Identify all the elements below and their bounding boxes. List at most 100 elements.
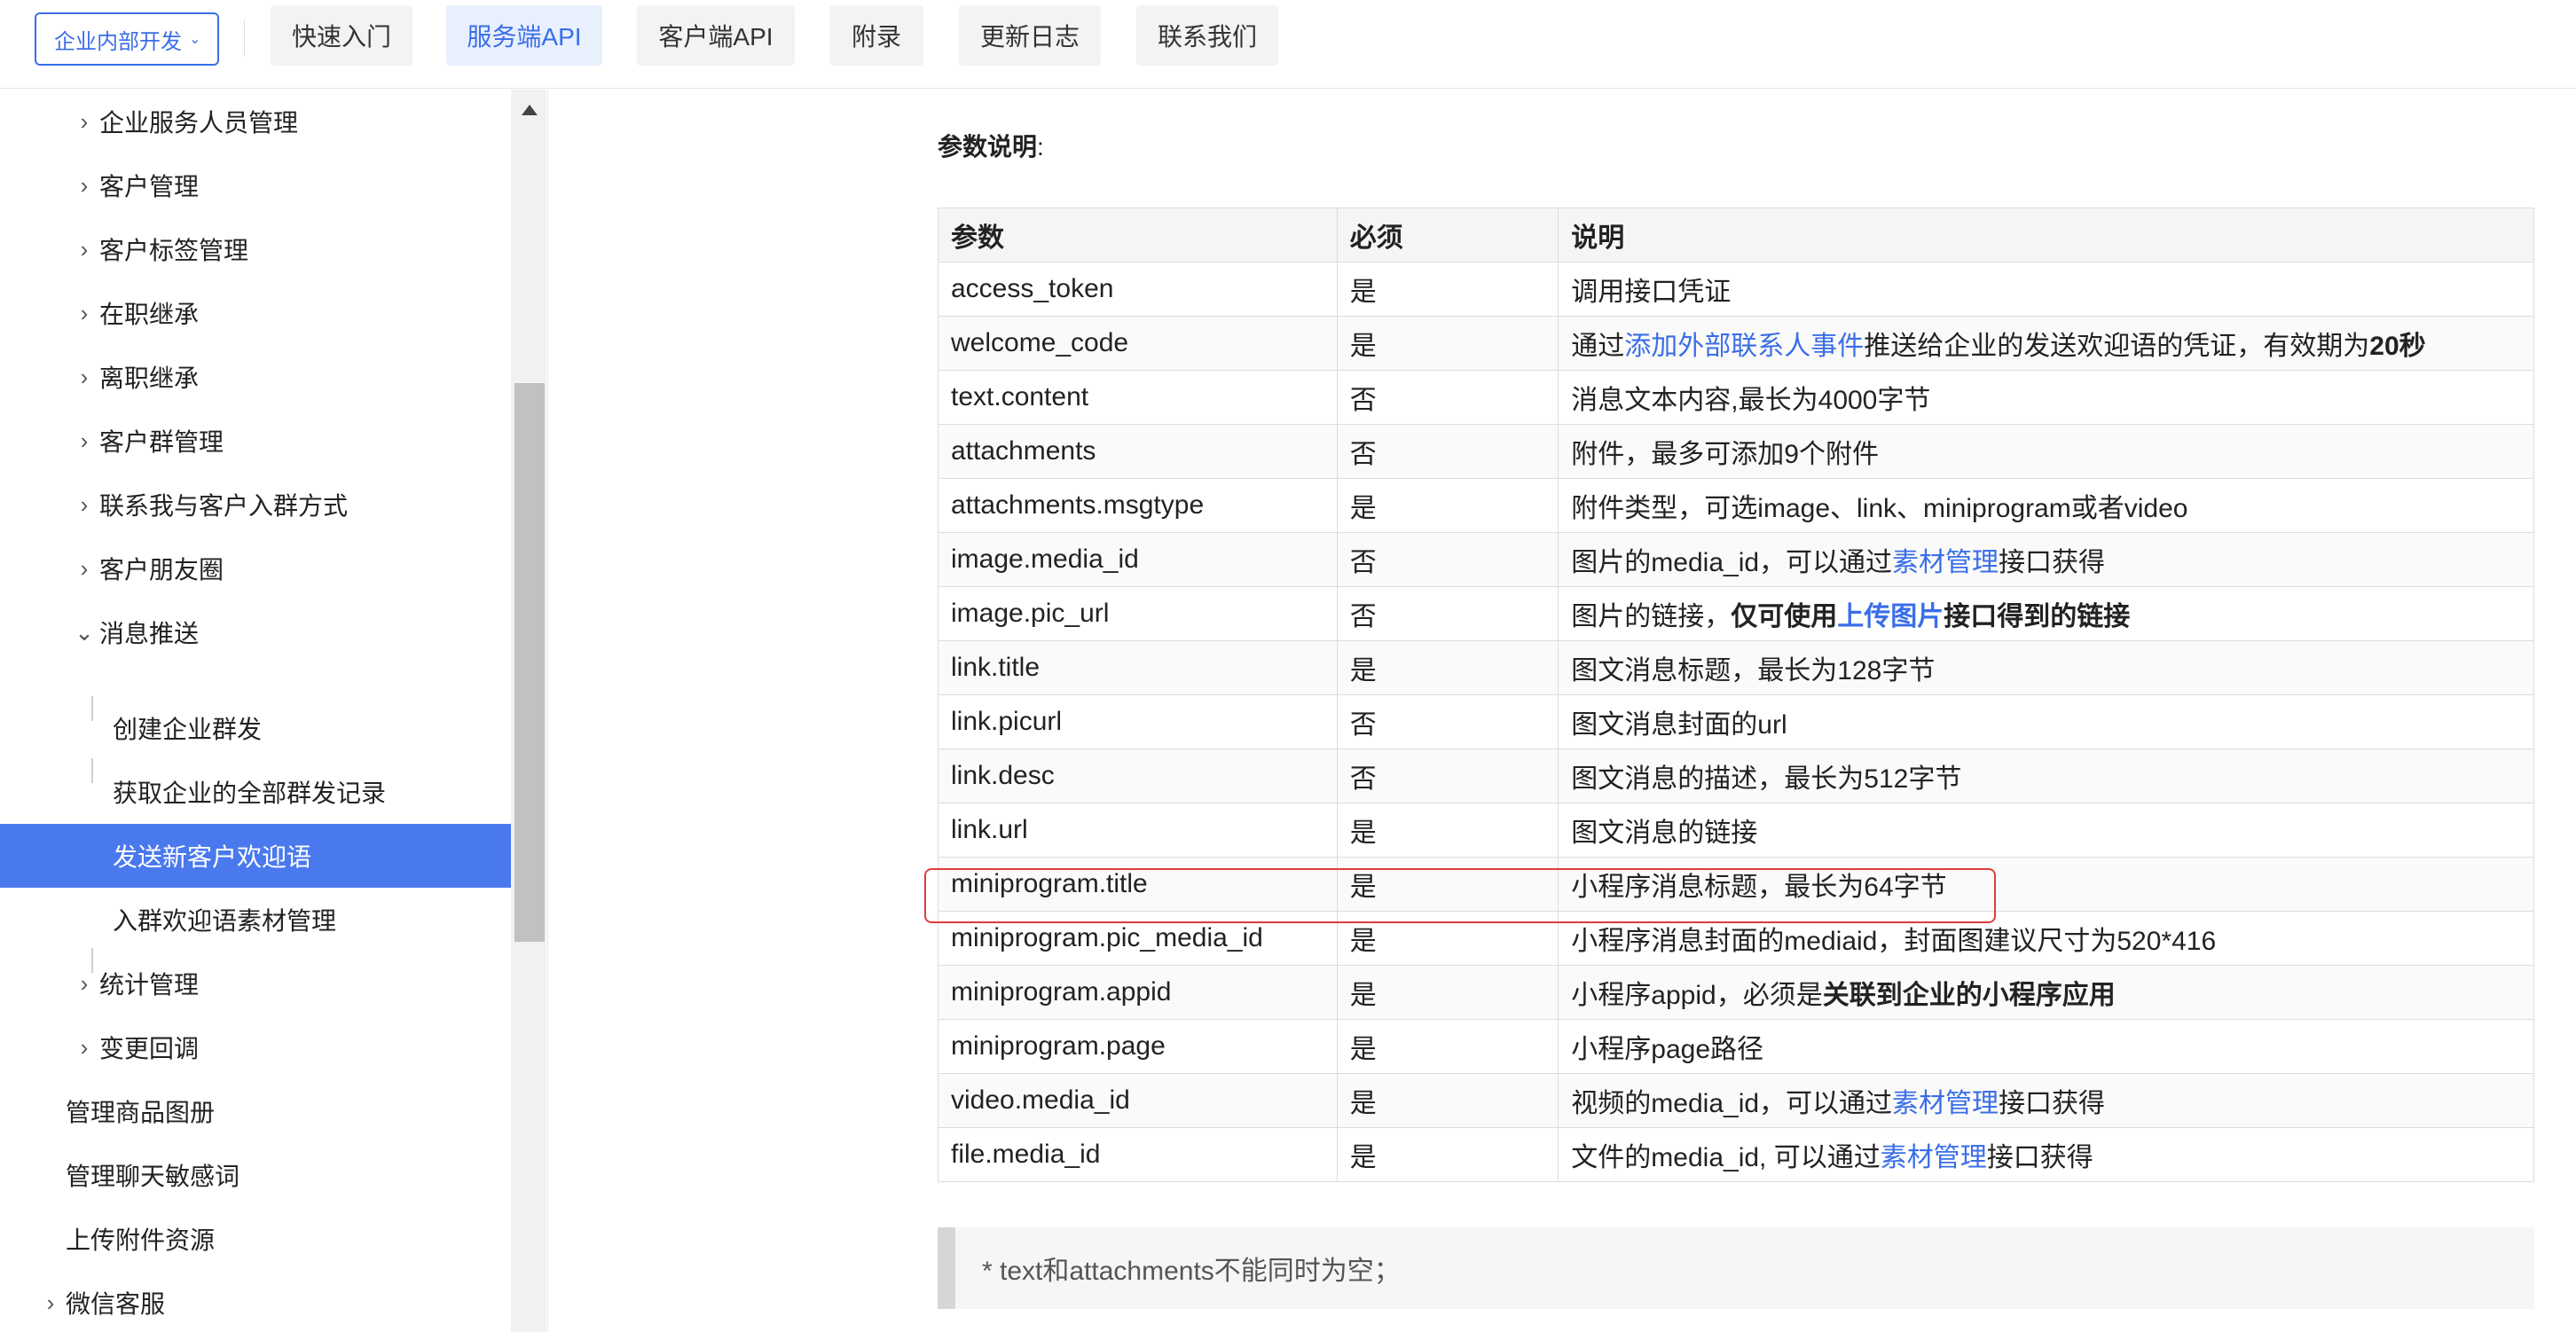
chevron-down-icon: ⌄ [189,32,201,47]
sidebar-item[interactable]: 上传附件资源 [0,1207,511,1271]
sidebar-item[interactable]: › 统计管理 [0,952,511,1015]
description-text: 小程序消息封面的mediaid，封面图建议尺寸为520*416 [1571,927,2217,956]
param-required: 否 [1336,370,1559,425]
param-required: 是 [1336,478,1559,533]
table-row: miniprogram.appid 是小程序appid，必须是关联到企业的小程序应… [938,965,2534,1020]
tab-contact[interactable]: 联系我们 [1136,5,1278,66]
param-required: 是 [1336,803,1559,858]
table-row: image.pic_url 否图片的链接，仅可使用上传图片接口得到的链接 [938,586,2534,641]
param-required: 否 [1336,694,1559,749]
doc-link[interactable]: 添加外部联系人事件 [1624,332,1864,361]
sidebar-item[interactable]: › 客户朋友圈 [0,537,511,600]
param-name: video.media_id [938,1073,1338,1128]
params-heading: 参数说明: [938,133,1044,161]
param-required: 否 [1336,532,1559,587]
doc-link[interactable]: 上传图片 [1837,602,1944,631]
param-name: miniprogram.pic_media_id [938,911,1338,966]
chevron-right-icon: › [80,235,89,262]
description-text: 文件的media_id, 可以通过 [1571,1143,1881,1172]
param-required: 否 [1336,586,1559,641]
divider [244,20,245,57]
sidebar-subitem-active[interactable]: 发送新客户欢迎语 [0,824,511,888]
param-name: miniprogram.title [938,857,1338,912]
table-row: attachments.msgtype 是附件类型，可选image、link、mi… [938,478,2534,533]
sidebar-subitem[interactable]: 创建企业群发 [0,696,511,760]
note-callout: * text和attachments不能同时为空； [938,1227,2534,1309]
tab-quickstart[interactable]: 快速入门 [271,5,412,66]
doc-link[interactable]: 素材管理 [1881,1143,1987,1172]
param-description: 调用接口凭证 [1558,262,2534,317]
description-text: 附件，最多可添加9个附件 [1571,440,1879,469]
header-required: 必须 [1336,208,1559,262]
doc-link[interactable]: 素材管理 [1892,1089,1999,1118]
param-required: 否 [1336,424,1559,479]
param-description: 图文消息封面的url [1558,694,2534,749]
sidebar-item-message-push[interactable]: ⌄ 消息推送 [0,600,511,664]
param-name: miniprogram.appid [938,965,1338,1020]
tab-changelog[interactable]: 更新日志 [959,5,1101,66]
sidebar: › 企业服务人员管理 › 客户管理 › 客户标签管理 › 在职继承 › 离职继承 › 客户群… [0,90,511,1332]
sidebar-item[interactable]: › 联系我与客户入群方式 [0,473,511,537]
tab-appendix[interactable]: 附录 [829,5,923,66]
sidebar-subitem[interactable]: 入群欢迎语素材管理 [0,888,511,952]
sidebar-item[interactable]: › 变更回调 [0,1015,511,1079]
param-name: link.desc [938,748,1338,803]
org-type-label: 企业内部开发 [54,29,182,54]
sidebar-item[interactable]: 管理商品图册 [0,1079,511,1143]
param-name: link.picurl [938,694,1338,749]
param-name: attachments.msgtype [938,478,1338,533]
sidebar-item[interactable]: › 客户群管理 [0,409,511,473]
param-description: 附件类型，可选image、link、miniprogram或者video [1558,478,2534,533]
sidebar-item[interactable]: › 在职继承 [0,281,511,345]
param-description: 图文消息的描述，最长为512字节 [1558,748,2534,803]
sidebar-item[interactable]: › 客户管理 [0,153,511,217]
table-row: file.media_id 是文件的media_id, 可以通过素材管理接口获得 [938,1127,2534,1182]
description-text: 调用接口凭证 [1571,278,1732,307]
description-text: 小程序appid，必须是 [1571,981,1823,1010]
description-text: 图文消息标题，最长为128字节 [1571,656,1936,686]
param-name: file.media_id [938,1127,1338,1182]
sidebar-item[interactable]: 管理聊天敏感词 [0,1143,511,1207]
table-row: text.content 否消息文本内容,最长为4000字节 [938,370,2534,425]
description-text: 附件类型，可选image、link、miniprogram或者video [1571,494,2188,523]
param-required: 否 [1336,748,1559,803]
sidebar-item[interactable]: › 企业服务人员管理 [0,90,511,153]
description-text: 接口获得 [1986,1143,2093,1172]
description-text: 图文消息的链接 [1571,819,1758,848]
table-row: welcome_code 是通过添加外部联系人事件推送给企业的发送欢迎语的凭证，有… [938,316,2534,371]
org-type-select[interactable]: 企业内部开发 ⌄ [35,12,219,66]
tab-server-api[interactable]: 服务端API [446,5,602,66]
table-row: video.media_id 是视频的media_id，可以通过素材管理接口获得 [938,1073,2534,1128]
param-name: welcome_code [938,316,1338,371]
top-nav: 企业内部开发 ⌄ 快速入门 服务端API 客户端API 附录 更新日志 联系我们 [0,0,2576,89]
header-description: 说明 [1558,208,2534,262]
description-text: 消息文本内容,最长为4000字节 [1571,386,1931,415]
description-text: 仅可使用 [1731,602,1838,631]
table-row: miniprogram.page 是小程序page路径 [938,1019,2534,1074]
chevron-right-icon: › [80,969,89,997]
table-row: miniprogram.pic_media_id 是小程序消息封面的mediaid… [938,911,2534,966]
param-name: link.url [938,803,1338,858]
table-row: access_token 是调用接口凭证 [938,262,2534,317]
tab-client-api[interactable]: 客户端API [637,5,795,66]
sidebar-item[interactable]: › 离职继承 [0,345,511,409]
param-name: access_token [938,262,1338,317]
param-required: 是 [1336,857,1559,912]
description-text: 20秒 [2369,332,2426,361]
table-row: link.picurl 否图文消息封面的url [938,694,2534,749]
description-text: 图文消息的描述，最长为512字节 [1571,764,1962,794]
param-required: 是 [1336,262,1559,317]
sidebar-item[interactable]: › 客户标签管理 [0,217,511,281]
doc-link[interactable]: 素材管理 [1892,548,1999,577]
sidebar-subitem[interactable]: 获取企业的全部群发记录 [0,760,511,824]
scroll-up-icon[interactable] [522,105,538,115]
scrollbar-thumb[interactable] [514,383,545,942]
table-row: miniprogram.title 是小程序消息标题，最长为64字节 [938,857,2534,912]
param-description: 小程序page路径 [1558,1019,2534,1074]
param-description: 小程序消息标题，最长为64字节 [1558,857,2534,912]
param-description: 附件，最多可添加9个附件 [1558,424,2534,479]
sidebar-item[interactable]: › 微信客服 [0,1271,511,1332]
description-text: 关联到企业的小程序应用 [1822,981,2116,1010]
param-name: attachments [938,424,1338,479]
header-param: 参数 [938,208,1338,262]
